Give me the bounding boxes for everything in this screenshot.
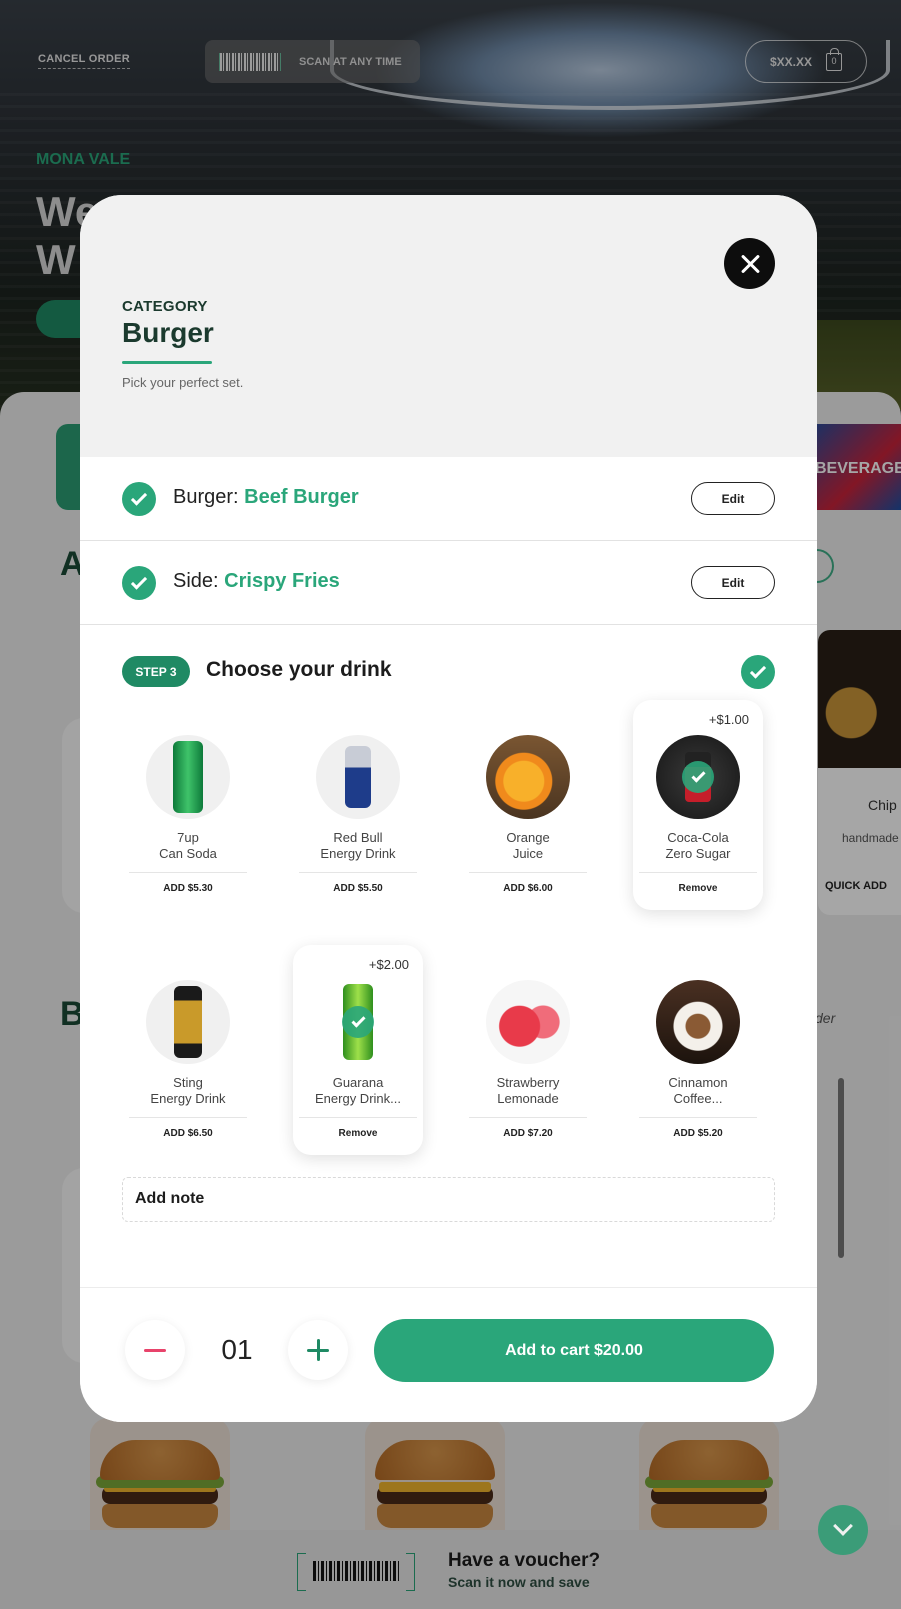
step-label: Burger: [173, 486, 239, 508]
cinnamon-coffee-image [656, 980, 740, 1064]
close-icon [740, 254, 760, 274]
add-drink-button[interactable]: ADD $7.20 [463, 1128, 593, 1139]
guarana-can-image [316, 980, 400, 1064]
divider [299, 1117, 417, 1118]
divider [299, 872, 417, 873]
drink-name-line-2: Lemonade [497, 1091, 559, 1106]
drink-name-line-1: Orange [506, 830, 550, 845]
coke-can-image [656, 735, 740, 819]
edit-side-button[interactable]: Edit [691, 566, 775, 599]
drink-name: 7up Can Soda [123, 830, 253, 862]
selected-check-icon [342, 1006, 374, 1038]
increase-quantity-button[interactable] [288, 1320, 348, 1380]
step-value: Crispy Fries [224, 570, 340, 592]
orange-juice-image [486, 735, 570, 819]
title-underline [122, 361, 212, 364]
extra-price: +$2.00 [368, 957, 409, 972]
chevron-down-icon [833, 1516, 853, 1536]
drink-option-cinnamon-coffee[interactable]: Cinnamon Coffee... ADD $5.20 [633, 945, 763, 1155]
add-drink-button[interactable]: ADD $5.50 [293, 883, 423, 894]
divider [129, 1117, 247, 1118]
drink-name-line-2: Juice [512, 846, 544, 861]
drink-name-line-1: Coca-Cola [667, 830, 729, 845]
step-badge: STEP 3 [122, 656, 190, 687]
drink-option-orange-juice[interactable]: Orange Juice ADD $6.00 [463, 700, 593, 910]
divider [469, 872, 587, 873]
divider [469, 1117, 587, 1118]
drink-name-line-2: Energy Drink... [315, 1091, 401, 1106]
check-circle-icon [741, 655, 775, 689]
remove-drink-button[interactable]: Remove [293, 1128, 423, 1139]
step-value: Beef Burger [244, 486, 359, 508]
add-drink-button[interactable]: ADD $6.00 [463, 883, 593, 894]
add-drink-button[interactable]: ADD $5.20 [633, 1128, 763, 1139]
add-drink-button[interactable]: ADD $6.50 [123, 1128, 253, 1139]
drink-option-guarana[interactable]: +$2.00 Guarana Energy Drink... Remove [293, 945, 423, 1155]
drink-option-red-bull[interactable]: Red Bull Energy Drink ADD $5.50 [293, 700, 423, 910]
drink-name-line-1: Red Bull [333, 830, 383, 845]
add-to-cart-button[interactable]: Add to cart $20.00 [374, 1319, 774, 1382]
drink-name-line-1: Strawberry [496, 1075, 560, 1090]
add-note-label: Add note [135, 1190, 205, 1207]
check-circle-icon [122, 482, 156, 516]
add-drink-button[interactable]: ADD $5.30 [123, 883, 253, 894]
extra-price: +$1.00 [708, 712, 749, 727]
decrease-quantity-button[interactable] [125, 1320, 185, 1380]
step-label: Side: [173, 570, 219, 592]
drink-name-line-2: Can Soda [159, 846, 217, 861]
scroll-down-button[interactable] [818, 1505, 868, 1555]
drink-name-line-1: Sting [173, 1075, 203, 1090]
drink-name: Orange Juice [463, 830, 593, 862]
step-row-burger: Burger: Beef Burger Edit [80, 457, 817, 541]
divider [129, 872, 247, 873]
step-summary: Side: Crispy Fries [173, 570, 340, 593]
screen: CANCEL ORDER SCAN AT ANY TIME $XX.XX 0 M… [0, 0, 901, 1609]
drink-name: Cinnamon Coffee... [633, 1075, 763, 1107]
step-summary: Burger: Beef Burger [173, 486, 359, 509]
drink-name: Strawberry Lemonade [463, 1075, 593, 1107]
strawberry-lemonade-image [486, 980, 570, 1064]
drink-option-sting[interactable]: Sting Energy Drink ADD $6.50 [123, 945, 253, 1155]
edit-burger-button[interactable]: Edit [691, 482, 775, 515]
category-label: CATEGORY [122, 298, 208, 315]
drink-option-strawberry-lemonade[interactable]: Strawberry Lemonade ADD $7.20 [463, 945, 593, 1155]
selected-check-icon [682, 761, 714, 793]
divider [639, 872, 757, 873]
drink-name: Sting Energy Drink [123, 1075, 253, 1107]
check-circle-icon [122, 566, 156, 600]
drink-option-7up[interactable]: 7up Can Soda ADD $5.30 [123, 700, 253, 910]
redbull-can-image [316, 735, 400, 819]
drink-name-line-1: 7up [177, 830, 199, 845]
add-note-field[interactable]: Add note [122, 1177, 775, 1222]
7up-can-image [146, 735, 230, 819]
drink-name: Guarana Energy Drink... [293, 1075, 423, 1107]
modal-footer: 01 Add to cart $20.00 [80, 1287, 817, 1422]
step-title: Choose your drink [206, 658, 392, 681]
remove-drink-button[interactable]: Remove [633, 883, 763, 894]
modal-header: CATEGORY Burger Pick your perfect set. [80, 195, 817, 457]
quantity-value: 01 [221, 1334, 253, 1365]
drink-name-line-2: Zero Sugar [665, 846, 731, 861]
drink-name-line-2: Coffee... [673, 1091, 723, 1106]
category-title: Burger [122, 317, 214, 348]
drink-name-line-1: Cinnamon [668, 1075, 728, 1090]
drink-name: Coca-Cola Zero Sugar [633, 830, 763, 862]
drink-name: Red Bull Energy Drink [293, 830, 423, 862]
plus-icon [307, 1339, 329, 1361]
minus-icon [144, 1348, 166, 1352]
drink-option-coca-cola-zero[interactable]: +$1.00 Coca-Cola Zero Sugar Remove [633, 700, 763, 910]
divider [639, 1117, 757, 1118]
meal-builder-modal: CATEGORY Burger Pick your perfect set. B… [80, 195, 817, 1422]
category-subtitle: Pick your perfect set. [122, 375, 244, 390]
drink-name-line-1: Guarana [332, 1075, 384, 1090]
drink-name-line-2: Energy Drink [150, 1091, 226, 1106]
sting-can-image [146, 980, 230, 1064]
close-button[interactable] [724, 238, 775, 289]
step-row-side: Side: Crispy Fries Edit [80, 541, 817, 625]
drink-name-line-2: Energy Drink [320, 846, 396, 861]
